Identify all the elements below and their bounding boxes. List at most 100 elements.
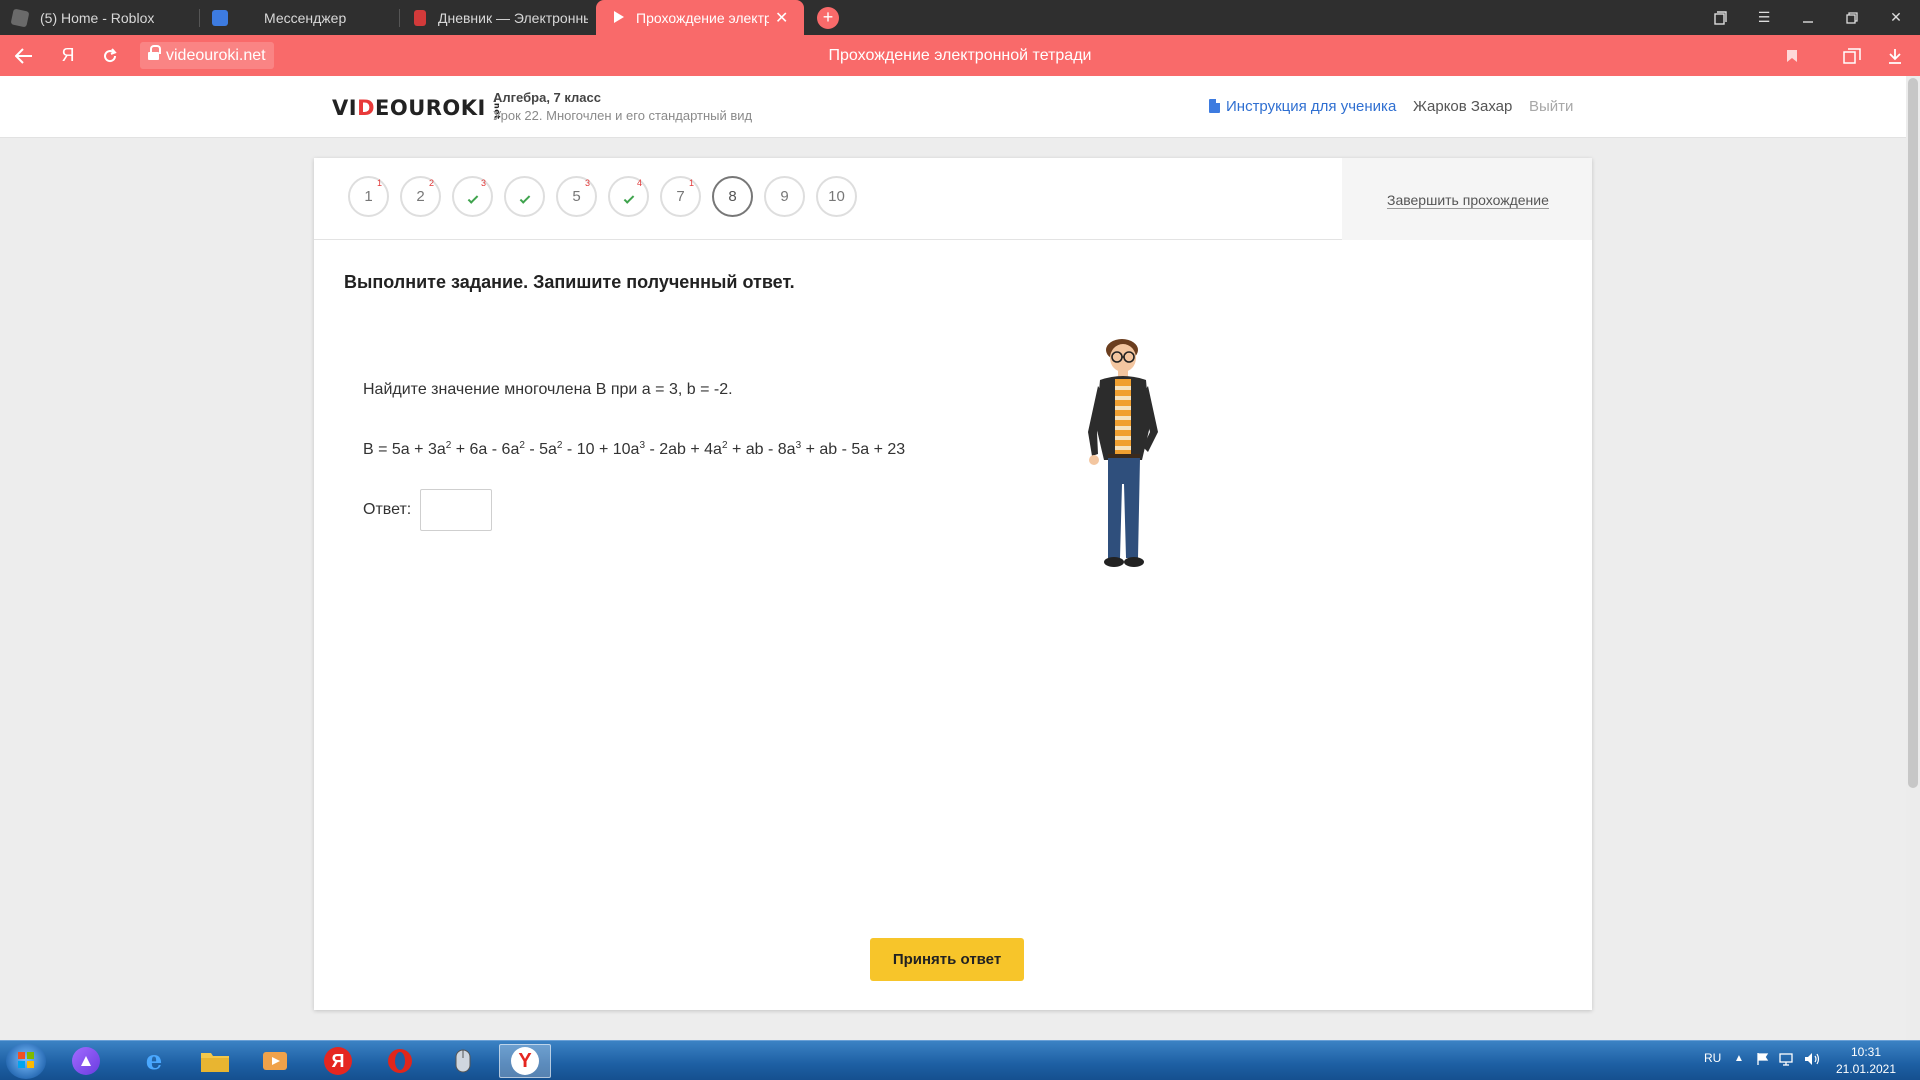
- alice-icon[interactable]: [60, 1044, 112, 1078]
- yandex-logo: Я: [324, 1047, 352, 1075]
- formula-term: - 10 + 10a: [562, 441, 640, 458]
- action-center-flag-icon[interactable]: [1756, 1052, 1770, 1069]
- question-button-5[interactable]: 53: [556, 176, 597, 217]
- tab-messenger[interactable]: Мессенджер: [200, 0, 400, 35]
- address-bar: Прохождение электронной тетради Я videou…: [0, 35, 1920, 76]
- question-number: 5: [572, 188, 581, 205]
- videouroki-logo[interactable]: VIDEOUROKI .net: [332, 96, 507, 120]
- tab-label: Прохождение электро: [636, 9, 769, 26]
- windows-taskbar: e Я Y RU ▲ 10:31 21.01.2021: [0, 1040, 1920, 1080]
- url-text: videouroki.net: [166, 47, 266, 64]
- collections-icon[interactable]: [1834, 35, 1870, 76]
- roblox-icon: [10, 8, 30, 27]
- restore-icon[interactable]: [1830, 0, 1874, 35]
- question-navigator: 1 1 2 2 3 5 3 4 7 1 8 9 10 Завершить прохождение: [314, 158, 1592, 240]
- downloads-icon[interactable]: [1877, 35, 1913, 76]
- reload-icon[interactable]: [92, 35, 128, 76]
- bookmarks-manager-icon[interactable]: [1698, 0, 1742, 35]
- browser-menu-icon[interactable]: ☰: [1742, 0, 1786, 35]
- alice-logo: [72, 1047, 100, 1075]
- answer-label: Ответ:: [363, 501, 412, 518]
- clock-date: 21.01.2021: [1835, 1062, 1897, 1076]
- question-number: 7: [676, 188, 685, 205]
- tab-roblox[interactable]: (5) Home - Roblox: [0, 0, 200, 35]
- task-instruction: Выполните задание. Запишите полученный о…: [344, 272, 795, 292]
- close-tab-icon[interactable]: ✕: [775, 8, 788, 28]
- question-button-2[interactable]: 22: [400, 176, 441, 217]
- site-header: VIDEOUROKI .net Алгебра, 7 класс Урок 22.…: [0, 76, 1920, 138]
- question-button-6[interactable]: 4: [608, 176, 649, 217]
- formula-term: - 2ab + 4a: [645, 441, 722, 458]
- task-prompt: Найдите значение многочлена B при a = 3,…: [363, 381, 733, 398]
- document-icon: [1209, 99, 1220, 113]
- question-button-10[interactable]: 10: [816, 176, 857, 217]
- tab-label: (5) Home - Roblox: [40, 9, 155, 26]
- logo-accent: D: [357, 96, 376, 120]
- checkmark-icon: [623, 193, 634, 204]
- language-indicator[interactable]: RU: [1704, 1051, 1721, 1065]
- scrollbar-thumb[interactable]: [1908, 78, 1918, 788]
- submit-answer-button[interactable]: Принять ответ: [870, 938, 1024, 981]
- formula-term: - 5a: [524, 441, 557, 458]
- browser-tab-strip: (5) Home - Roblox Мессенджер Дневник — Э…: [0, 0, 1920, 35]
- videouroki-icon: [614, 10, 624, 26]
- windows-start-icon[interactable]: [6, 1043, 46, 1079]
- question-button-7[interactable]: 71: [660, 176, 701, 217]
- formula-term: + 6a - 6a: [451, 441, 520, 458]
- url-field[interactable]: videouroki.net: [140, 42, 274, 69]
- workbook-card: 1 1 2 2 3 5 3 4 7 1 8 9 10 Завершить прохождение Вып…: [314, 158, 1592, 1010]
- messenger-icon: [212, 9, 228, 26]
- back-icon[interactable]: [6, 35, 42, 76]
- checkmark-icon: [467, 193, 478, 204]
- attempt-count-badge: 2: [428, 178, 434, 188]
- bookmark-icon[interactable]: [1774, 35, 1810, 76]
- opera-icon[interactable]: [374, 1044, 426, 1078]
- question-number: 8: [728, 188, 737, 205]
- page-title: Прохождение электронной тетради: [828, 47, 1092, 64]
- tab-diary[interactable]: Дневник — Электронный: [400, 0, 590, 35]
- instruction-link-label: Инструкция для ученика: [1226, 98, 1397, 115]
- yandex-browser-icon[interactable]: Y: [499, 1044, 551, 1078]
- question-number: 9: [780, 188, 789, 205]
- question-button-4[interactable]: [504, 176, 545, 217]
- volume-icon[interactable]: [1804, 1052, 1820, 1069]
- question-button-3[interactable]: 3: [452, 176, 493, 217]
- formula-term: B = 5a + 3a: [363, 441, 446, 458]
- checkmark-icon: [519, 193, 530, 204]
- logout-link[interactable]: Выйти: [1529, 98, 1573, 115]
- internet-explorer-icon[interactable]: e: [128, 1044, 180, 1078]
- user-name[interactable]: Жарков Захар: [1413, 98, 1512, 115]
- attempt-count-badge: 1: [688, 178, 694, 188]
- question-number: 2: [416, 188, 425, 205]
- yandex-home-icon[interactable]: Я: [50, 35, 86, 76]
- logo-part: EOUROKI: [375, 96, 486, 120]
- attempt-count-badge: 3: [480, 178, 486, 188]
- clock-time[interactable]: 10:31: [1836, 1045, 1896, 1059]
- ie-logo: e: [145, 1046, 163, 1076]
- question-button-8[interactable]: 8: [712, 176, 753, 217]
- new-tab-button[interactable]: +: [817, 7, 839, 29]
- file-explorer-icon[interactable]: [189, 1044, 241, 1078]
- answer-input[interactable]: [420, 489, 492, 531]
- network-icon[interactable]: [1779, 1052, 1795, 1069]
- question-button-1[interactable]: 11: [348, 176, 389, 217]
- course-title: Алгебра, 7 класс: [493, 90, 601, 105]
- formula-term: + ab - 5a + 23: [801, 441, 906, 458]
- finish-button[interactable]: Завершить прохождение: [1387, 192, 1549, 209]
- media-player-icon[interactable]: [249, 1044, 301, 1078]
- yandex-browser-logo: Y: [511, 1047, 539, 1075]
- close-window-icon[interactable]: ✕: [1874, 0, 1918, 35]
- mouse-app-icon[interactable]: [437, 1044, 489, 1078]
- yandex-icon[interactable]: Я: [312, 1044, 364, 1078]
- question-button-9[interactable]: 9: [764, 176, 805, 217]
- diary-icon: [414, 9, 426, 26]
- minimize-icon[interactable]: [1786, 0, 1830, 35]
- show-hidden-icons-icon[interactable]: ▲: [1734, 1053, 1744, 1064]
- polynomial-formula: B = 5a + 3a2 + 6a - 6a2 - 5a2 - 10 + 10a…: [363, 440, 905, 459]
- tab-videouroki[interactable]: Прохождение электро ✕: [596, 0, 804, 35]
- question-number: 10: [828, 188, 845, 205]
- student-character-illustration: [1088, 339, 1158, 567]
- formula-term: + ab - 8a: [727, 441, 796, 458]
- student-instruction-link[interactable]: Инструкция для ученика: [1209, 98, 1396, 115]
- tab-label: Мессенджер: [264, 9, 347, 26]
